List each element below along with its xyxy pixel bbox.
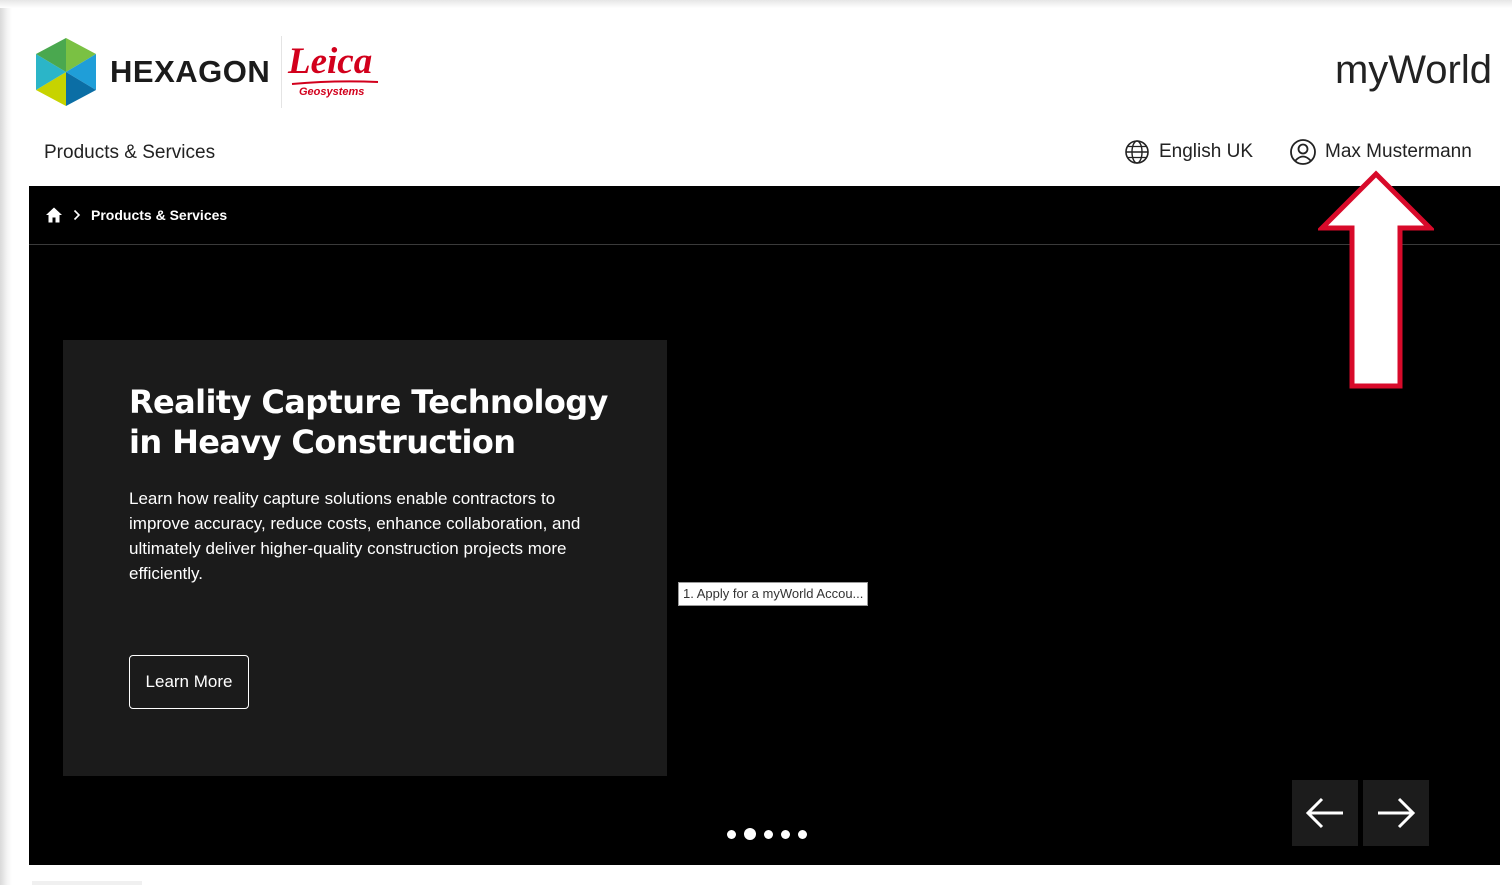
hero-card: Reality Capture Technology in Heavy Cons… <box>63 340 667 776</box>
user-name: Max Mustermann <box>1325 141 1472 162</box>
carousel-dot[interactable] <box>781 829 790 839</box>
carousel-dot[interactable] <box>764 829 773 839</box>
page-footer-stub <box>32 881 142 885</box>
hero-card-title: Reality Capture Technology in Heavy Cons… <box>129 383 608 461</box>
language-selector[interactable]: English UK <box>1124 139 1253 165</box>
carousel-dot-active[interactable] <box>744 828 756 840</box>
hero-card-description: Learn how reality capture solutions enab… <box>129 489 581 583</box>
breadcrumb-divider <box>29 244 1500 245</box>
globe-icon <box>1125 140 1149 164</box>
carousel-indicators <box>727 828 807 840</box>
hexagon-logo-icon <box>36 38 96 106</box>
leica-logo-text: Leica <box>288 41 373 82</box>
arrow-left-icon <box>1305 797 1343 829</box>
user-avatar-icon <box>1290 139 1316 165</box>
chevron-right-icon <box>73 209 81 221</box>
app-title: myWorld <box>1334 48 1492 92</box>
logo-divider <box>281 36 282 108</box>
screenshot-frame-top <box>0 0 1512 8</box>
hexagon-logo-text: HEXAGON <box>110 54 271 89</box>
annotation-arrow-up-icon <box>1318 170 1434 389</box>
breadcrumb: Products & Services <box>45 204 227 226</box>
learn-more-button[interactable]: Learn More <box>129 655 249 709</box>
home-icon[interactable] <box>45 206 63 224</box>
carousel-prev-button[interactable] <box>1292 780 1358 846</box>
carousel-dot[interactable] <box>798 829 807 839</box>
user-menu[interactable]: Max Mustermann <box>1289 139 1472 165</box>
nav-products-services[interactable]: Products & Services <box>44 142 215 164</box>
hero-banner: Products & Services Reality Capture Tech… <box>29 186 1500 865</box>
breadcrumb-current[interactable]: Products & Services <box>91 207 227 223</box>
arrow-right-icon <box>1378 797 1416 829</box>
screenshot-frame-left <box>0 0 12 885</box>
tooltip: 1. Apply for a myWorld Accou... <box>678 582 869 606</box>
language-label: English UK <box>1159 141 1253 162</box>
carousel-next-button[interactable] <box>1363 780 1429 846</box>
carousel-dot[interactable] <box>727 829 736 839</box>
page: HEXAGON Leica Geosystems myWorld Product… <box>12 8 1512 885</box>
leica-logo-subtitle: Geosystems <box>299 86 365 98</box>
